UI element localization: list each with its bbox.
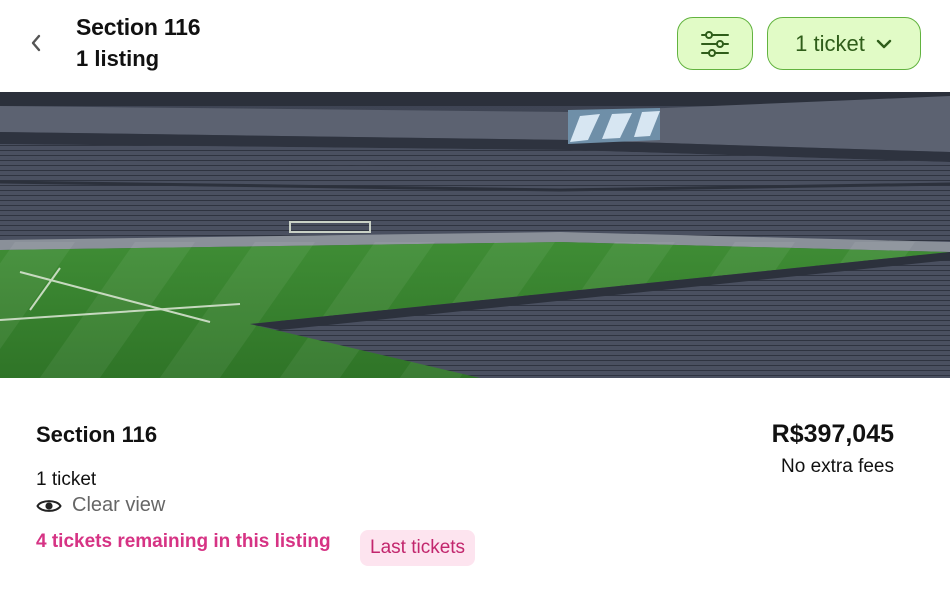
ticket-quantity-dropdown[interactable]: 1 ticket [767,17,921,70]
tickets-remaining: 4 tickets remaining in this listing [36,531,331,552]
listing-section: Section 116 [36,422,158,447]
eye-icon [36,499,62,512]
listing-details[interactable]: Section 116 1 ticket Clear view 4 ticket… [0,378,950,590]
chevron-left-icon [31,34,41,52]
fees-note: No extra fees [781,456,894,477]
listing-ticket-count: 1 ticket [36,469,97,490]
seat-view-image [0,92,950,378]
back-button[interactable] [22,28,50,58]
ticket-quantity-label: 1 ticket [795,30,865,56]
view-quality-label: Clear view [72,494,166,516]
page-title: Section 116 [76,14,201,40]
listing-price: R$397,045 [771,420,894,448]
chevron-down-icon [876,39,892,48]
sliders-icon [701,30,729,57]
filter-button[interactable] [677,17,753,70]
view-quality: Clear view [36,494,165,517]
title-block: Section 116 1 listing [76,12,201,76]
last-tickets-badge: Last tickets [360,530,476,566]
header: Section 116 1 listing 1 ticket [0,0,950,92]
listing-count: 1 listing [76,46,160,71]
